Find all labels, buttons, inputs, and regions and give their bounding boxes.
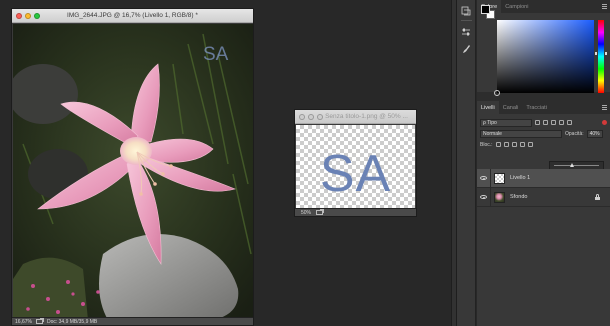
history-icon[interactable] bbox=[460, 4, 473, 17]
divider bbox=[490, 187, 491, 207]
layer-thumbnail[interactable] bbox=[494, 172, 505, 184]
zoom-level[interactable]: 16,67% bbox=[15, 319, 32, 325]
layer-row-sfondo[interactable]: Sfondo bbox=[477, 187, 610, 207]
opacity-value: 40% bbox=[589, 130, 600, 137]
layers-panel: Livelli Canali Tracciati ρ Tipo Normale bbox=[477, 101, 610, 207]
eye-icon bbox=[480, 195, 487, 199]
panel-menu-icon[interactable] bbox=[602, 105, 607, 110]
layer-name[interactable]: Sfondo bbox=[510, 194, 527, 200]
filter-pixel-icon[interactable] bbox=[535, 120, 540, 125]
blend-mode-select[interactable]: Normale bbox=[480, 129, 562, 138]
blend-mode-value: Normale bbox=[483, 130, 502, 137]
blend-row: Normale Opacità: 40% bbox=[480, 128, 607, 139]
visibility-toggle[interactable] bbox=[477, 195, 490, 199]
color-picker-cursor[interactable] bbox=[494, 90, 500, 96]
zoom-level[interactable]: 50% bbox=[301, 210, 311, 216]
lock-artboard-icon[interactable] bbox=[519, 142, 525, 147]
status-bar: 16,67% Doc: 34,9 MB/35,9 MB bbox=[12, 317, 253, 325]
lock-label: Bloc.: bbox=[480, 141, 493, 148]
filter-smart-object-icon[interactable] bbox=[567, 120, 572, 125]
divider bbox=[460, 20, 472, 21]
lock-image-icon[interactable] bbox=[503, 142, 509, 147]
opacity-label: Opacità: bbox=[565, 130, 584, 137]
properties-icon[interactable] bbox=[460, 25, 473, 38]
canvas-text: SA bbox=[319, 145, 392, 203]
divider bbox=[490, 168, 491, 188]
layers-panel-tabs: Livelli Canali Tracciati bbox=[477, 101, 610, 114]
share-icon[interactable] bbox=[35, 318, 44, 324]
fg-bg-swatches[interactable] bbox=[481, 5, 497, 21]
modified-indicator: * bbox=[195, 12, 198, 19]
layer-filter-select[interactable]: ρ Tipo bbox=[480, 118, 532, 127]
filter-type-icon[interactable] bbox=[551, 120, 556, 125]
saturation-value-field[interactable] bbox=[497, 20, 594, 93]
share-icon[interactable] bbox=[316, 209, 325, 215]
document-window-image[interactable]: IMG_2644.JPG @ 16,7% (Livello 1, RGB/8) … bbox=[11, 8, 254, 326]
hue-slider[interactable] bbox=[598, 20, 604, 93]
lily-photo: SA bbox=[13, 24, 253, 320]
panel-menu-icon[interactable] bbox=[602, 4, 607, 9]
filter-shape-icon[interactable] bbox=[559, 120, 564, 125]
lock-all-icon[interactable] bbox=[527, 142, 533, 147]
opacity-input[interactable]: 40% bbox=[586, 129, 603, 138]
visibility-toggle[interactable] bbox=[477, 176, 490, 180]
layer-thumbnail[interactable] bbox=[494, 191, 505, 203]
window-titlebar[interactable]: Senza titolo-1.png @ 50% ... bbox=[295, 110, 416, 124]
status-bar: 50% bbox=[295, 208, 416, 216]
watermark-text: SA bbox=[203, 44, 229, 65]
layer-name[interactable]: Livello 1 bbox=[510, 175, 530, 181]
lock-row: Bloc.: bbox=[480, 139, 607, 150]
window-title-text: IMG_2644.JPG @ 16,7% (Livello 1, RGB/8) bbox=[67, 12, 194, 19]
opacity-slider-track bbox=[554, 165, 599, 166]
image-canvas[interactable]: SA bbox=[13, 24, 253, 320]
window-title: Senza titolo-1.png @ 50% ... bbox=[325, 113, 408, 120]
filter-toggle-icon[interactable] bbox=[602, 120, 607, 125]
lock-position-icon[interactable] bbox=[511, 142, 517, 147]
filter-select-value: ρ Tipo bbox=[483, 119, 497, 126]
color-panel: Colore Campioni bbox=[477, 0, 610, 96]
brush-icon[interactable] bbox=[460, 42, 473, 55]
layer-list: Livello 1 Sfondo bbox=[477, 168, 610, 207]
window-title: IMG_2644.JPG @ 16,7% (Livello 1, RGB/8) … bbox=[12, 12, 253, 19]
right-panels: Colore Campioni Livelli Canali Tracciati… bbox=[477, 0, 610, 326]
lock-transparent-icon[interactable] bbox=[495, 142, 501, 147]
tab-canali[interactable]: Canali bbox=[499, 101, 523, 114]
window-titlebar[interactable]: IMG_2644.JPG @ 16,7% (Livello 1, RGB/8) … bbox=[12, 9, 253, 23]
panel-icon-strip bbox=[457, 0, 476, 326]
tab-campioni[interactable]: Campioni bbox=[501, 0, 532, 13]
eye-icon bbox=[480, 176, 487, 180]
filter-row: ρ Tipo bbox=[480, 117, 607, 128]
foreground-swatch[interactable] bbox=[481, 5, 490, 14]
tab-tracciati[interactable]: Tracciati bbox=[522, 101, 551, 114]
hue-slider-marker[interactable] bbox=[595, 52, 607, 55]
document-window-text[interactable]: Senza titolo-1.png @ 50% ... SA 50% bbox=[294, 109, 417, 217]
document-size: Doc: 34,9 MB/35,9 MB bbox=[46, 318, 98, 325]
filter-adjustment-icon[interactable] bbox=[543, 120, 548, 125]
layer-row-livello-1[interactable]: Livello 1 bbox=[477, 168, 610, 188]
lock-icon[interactable] bbox=[595, 194, 600, 200]
opacity-slider-knob[interactable] bbox=[569, 163, 574, 167]
transparent-canvas[interactable]: SA bbox=[296, 125, 415, 209]
tab-livelli[interactable]: Livelli bbox=[477, 101, 499, 114]
layer-controls: ρ Tipo Normale Opacità: 40% Bloc.: bbox=[477, 114, 610, 150]
